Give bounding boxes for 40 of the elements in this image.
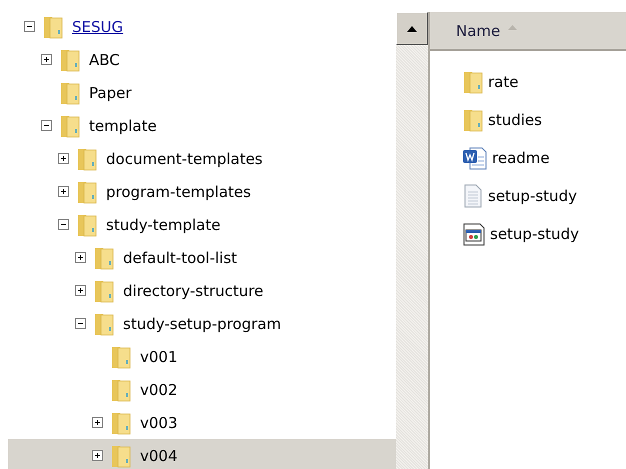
folder-icon <box>462 107 484 133</box>
tree-item[interactable]: v004 <box>140 446 178 464</box>
expand-icon[interactable] <box>92 417 103 428</box>
tree-item[interactable]: SESUG <box>72 18 124 36</box>
collapse-icon[interactable] <box>24 21 35 32</box>
tree-item[interactable]: directory-structure <box>123 282 264 300</box>
collapse-icon[interactable] <box>75 318 86 329</box>
tree-item[interactable]: Paper <box>89 84 132 102</box>
tree-item[interactable]: template <box>89 116 157 134</box>
tree-item[interactable]: program-templates <box>106 182 251 200</box>
column-header[interactable]: Name <box>430 12 626 51</box>
sort-arrow-icon <box>508 25 518 30</box>
file-name[interactable]: setup-study <box>490 225 579 243</box>
tree-item[interactable]: document-templates <box>106 150 263 168</box>
scroll-up-button[interactable] <box>396 12 428 45</box>
tree-item[interactable]: study-setup-program <box>123 314 282 332</box>
collapse-icon[interactable] <box>41 120 52 131</box>
tree-item[interactable]: v001 <box>140 348 178 366</box>
expand-icon[interactable] <box>75 252 86 263</box>
tree-item[interactable]: v003 <box>140 414 178 432</box>
tree-item[interactable]: v002 <box>140 380 178 398</box>
selected-tree-row[interactable]: v004 <box>8 439 396 469</box>
expand-icon[interactable] <box>92 450 103 461</box>
expand-icon[interactable] <box>58 153 69 164</box>
word-document-icon <box>462 145 488 171</box>
file-name[interactable]: readme <box>492 149 550 167</box>
up-arrow-icon <box>406 24 418 32</box>
expand-icon[interactable] <box>41 54 52 65</box>
expand-icon[interactable] <box>58 186 69 197</box>
file-name[interactable]: setup-study <box>488 187 577 205</box>
collapse-icon[interactable] <box>58 219 69 230</box>
tree-item[interactable]: ABC <box>89 50 120 68</box>
file-name[interactable]: studies <box>488 111 542 129</box>
tree-item[interactable]: study-template <box>106 216 220 234</box>
file-name[interactable]: rate <box>488 73 518 91</box>
tree-item[interactable]: default-tool-list <box>123 248 238 266</box>
folder-icon <box>462 69 484 95</box>
expand-icon[interactable] <box>75 285 86 296</box>
program-window-icon <box>462 221 486 247</box>
text-file-icon <box>462 183 484 209</box>
